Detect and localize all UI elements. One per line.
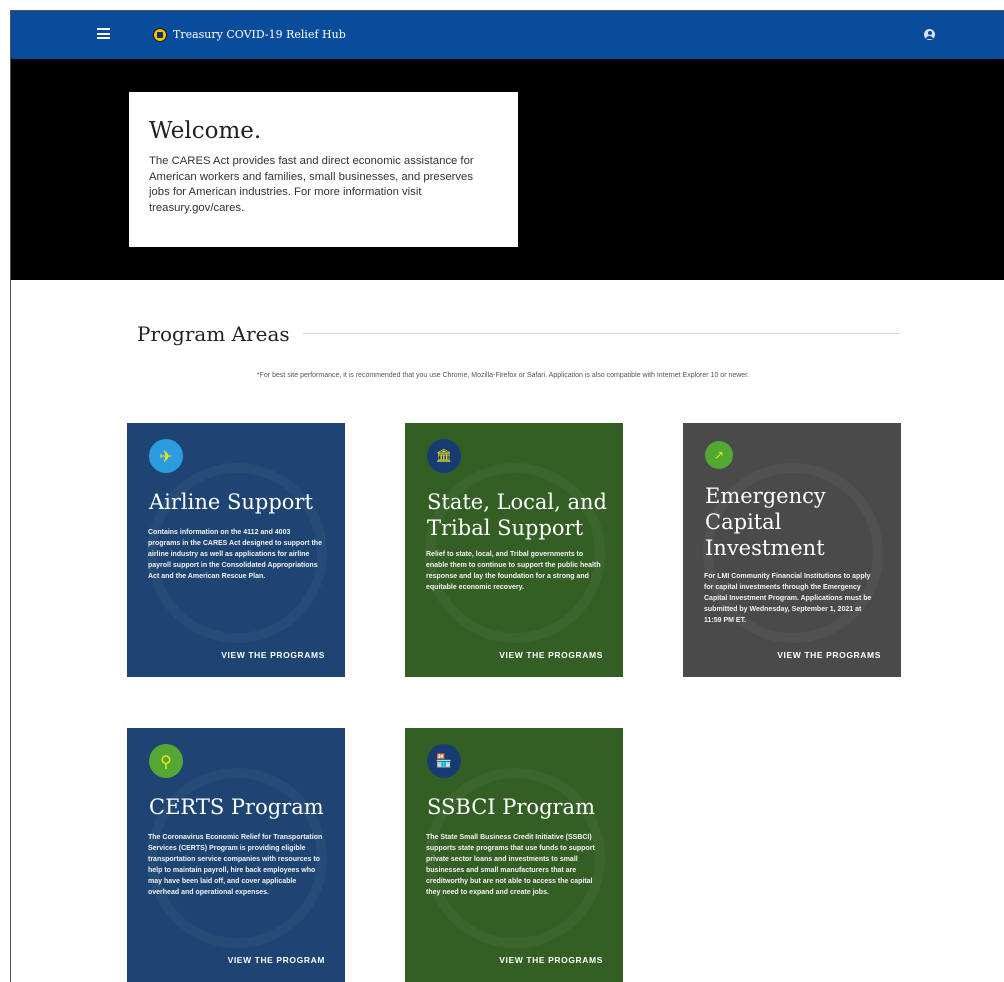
welcome-title: Welcome.: [149, 118, 262, 144]
government-building-icon: 🏛: [427, 439, 461, 473]
site-title[interactable]: Treasury COVID-19 Relief Hub: [173, 28, 346, 42]
hero-banner: Welcome. The CARES Act provides fast and…: [11, 59, 1004, 280]
growth-chart-icon: ↗: [705, 441, 733, 469]
hamburger-menu-icon[interactable]: [97, 28, 110, 39]
view-programs-link[interactable]: VIEW THE PROGRAMS: [499, 650, 603, 660]
card-title: CERTS Program: [149, 795, 324, 819]
storefront-icon: 🏪: [427, 744, 461, 778]
top-navigation-bar: Treasury COVID-19 Relief Hub: [11, 11, 1004, 59]
program-card-certs[interactable]: ⚲ CERTS Program The Coronavirus Economic…: [127, 728, 345, 982]
route-pin-icon: ⚲: [149, 744, 183, 778]
card-description: Contains information on the 4112 and 400…: [148, 529, 322, 580]
welcome-card: Welcome. The CARES Act provides fast and…: [129, 92, 518, 247]
treasury-seal-icon[interactable]: [153, 28, 167, 42]
account-icon[interactable]: [924, 29, 935, 40]
program-card-state-local-tribal[interactable]: 🏛 State, Local, and Tribal Support Relie…: [405, 423, 623, 677]
card-description: The State Small Business Credit Initiati…: [426, 834, 595, 896]
view-program-link[interactable]: VIEW THE PROGRAM: [228, 955, 325, 965]
view-programs-link[interactable]: VIEW THE PROGRAMS: [221, 650, 325, 660]
program-card-airline-support[interactable]: ✈ Airline Support Contains information o…: [127, 423, 345, 677]
program-areas-title: Program Areas: [137, 322, 290, 346]
card-title: Airline Support: [149, 490, 313, 514]
view-programs-link[interactable]: VIEW THE PROGRAMS: [777, 650, 881, 660]
card-description: Relief to state, local, and Tribal gover…: [426, 551, 601, 591]
welcome-text: The CARES Act provides fast and direct e…: [149, 155, 474, 214]
card-description: For LMI Community Financial Institutions…: [704, 573, 872, 624]
card-title: Emergency Capital Investment: [705, 484, 826, 560]
view-programs-link[interactable]: VIEW THE PROGRAMS: [499, 955, 603, 965]
program-card-ssbci[interactable]: 🏪 SSBCI Program The State Small Business…: [405, 728, 623, 982]
section-divider: [303, 333, 900, 334]
browser-notice: *For best site performance, it is recomm…: [256, 372, 750, 379]
card-description: The Coronavirus Economic Relief for Tran…: [148, 834, 323, 896]
airplane-icon: ✈: [149, 439, 183, 473]
program-card-emergency-capital-investment[interactable]: ↗ Emergency Capital Investment For LMI C…: [683, 423, 901, 677]
card-title: State, Local, and Tribal Support: [427, 490, 607, 540]
card-title: SSBCI Program: [427, 795, 595, 819]
page-frame: Treasury COVID-19 Relief Hub Welcome. Th…: [10, 10, 1004, 982]
